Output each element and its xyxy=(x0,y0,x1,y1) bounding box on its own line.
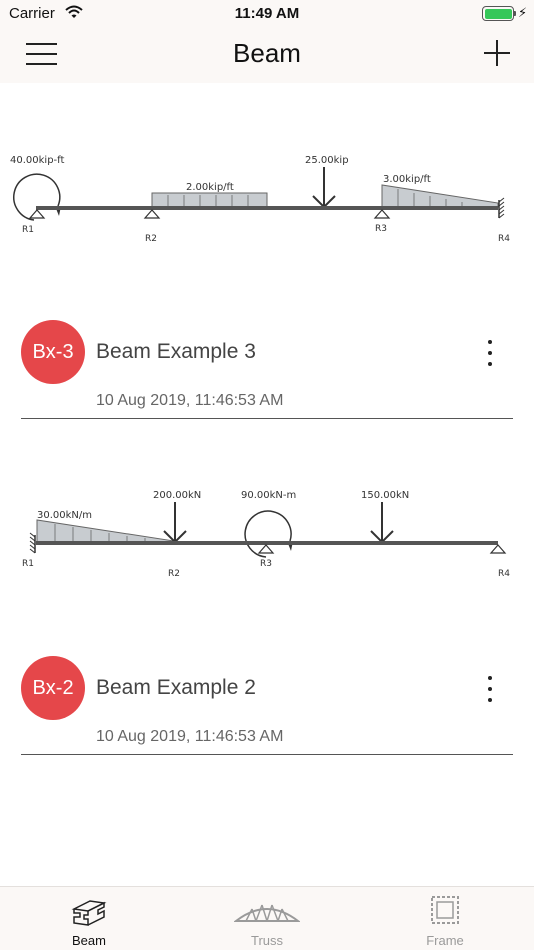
battery-icon xyxy=(482,6,514,21)
tab-label-truss: Truss xyxy=(250,933,284,948)
add-button[interactable] xyxy=(484,40,510,66)
more-options-button[interactable] xyxy=(478,674,502,704)
item-title[interactable]: Beam Example 3 xyxy=(96,340,256,364)
point-load-label-2: 150.00kN xyxy=(361,490,409,501)
tri-load-label: 30.00kN/m xyxy=(37,510,92,521)
tab-beam[interactable]: Beam xyxy=(0,887,178,950)
list-item[interactable]: Bx-2 Beam Example 2 10 Aug 2019, 11:46:5… xyxy=(0,656,534,791)
support-label-r3: R3 xyxy=(375,224,387,234)
more-options-button[interactable] xyxy=(478,338,502,368)
item-badge: Bx-2 xyxy=(21,656,85,720)
support-label-r3: R3 xyxy=(260,559,272,569)
tab-label-frame: Frame xyxy=(426,933,464,948)
item-title[interactable]: Beam Example 2 xyxy=(96,676,256,700)
tab-bar: Beam Truss Frame xyxy=(0,886,534,950)
support-label-r1: R1 xyxy=(22,225,34,235)
tab-label-beam: Beam xyxy=(72,933,106,948)
item-badge: Bx-3 xyxy=(21,320,85,384)
item-date: 10 Aug 2019, 11:46:53 AM xyxy=(96,728,284,745)
point-load-label: 25.00kip xyxy=(305,155,349,166)
support-label-r4: R4 xyxy=(498,569,510,579)
list-item[interactable]: Bx-3 Beam Example 3 10 Aug 2019, 11:46:5… xyxy=(0,320,534,455)
point-load-label-1: 200.00kN xyxy=(153,490,201,501)
tab-frame[interactable]: Frame xyxy=(356,887,534,950)
frame-icon xyxy=(431,896,459,924)
tab-truss[interactable]: Truss xyxy=(178,887,356,950)
support-label-r4: R4 xyxy=(498,234,510,244)
divider xyxy=(21,754,513,755)
nav-bar: Beam xyxy=(0,28,534,83)
support-label-r2: R2 xyxy=(145,234,157,244)
beam-diagram-bx-3[interactable]: 40.00kip-ft 2.00kip/ft 25.00kip 3.00kip/… xyxy=(0,140,534,250)
moment-label: 90.00kN-m xyxy=(241,490,296,501)
support-label-r2: R2 xyxy=(168,569,180,579)
status-time: 11:49 AM xyxy=(234,5,300,22)
beam-icon xyxy=(71,900,107,926)
charging-icon: ⚡ xyxy=(518,5,528,20)
udl-label: 2.00kip/ft xyxy=(186,182,234,193)
item-date: 10 Aug 2019, 11:46:53 AM xyxy=(96,392,284,409)
support-label-r1: R1 xyxy=(22,559,34,569)
page-title: Beam xyxy=(233,38,301,68)
moment-label: 40.00kip-ft xyxy=(10,155,64,166)
tri-load-label: 3.00kip/ft xyxy=(383,174,431,185)
truss-icon xyxy=(234,904,300,922)
status-bar: Carrier 11:49 AM ⚡ xyxy=(0,0,534,28)
beam-diagram-bx-2[interactable]: 30.00kN/m 200.00kN 90.00kN-m 150.00kN R1… xyxy=(0,475,534,585)
divider xyxy=(21,418,513,419)
